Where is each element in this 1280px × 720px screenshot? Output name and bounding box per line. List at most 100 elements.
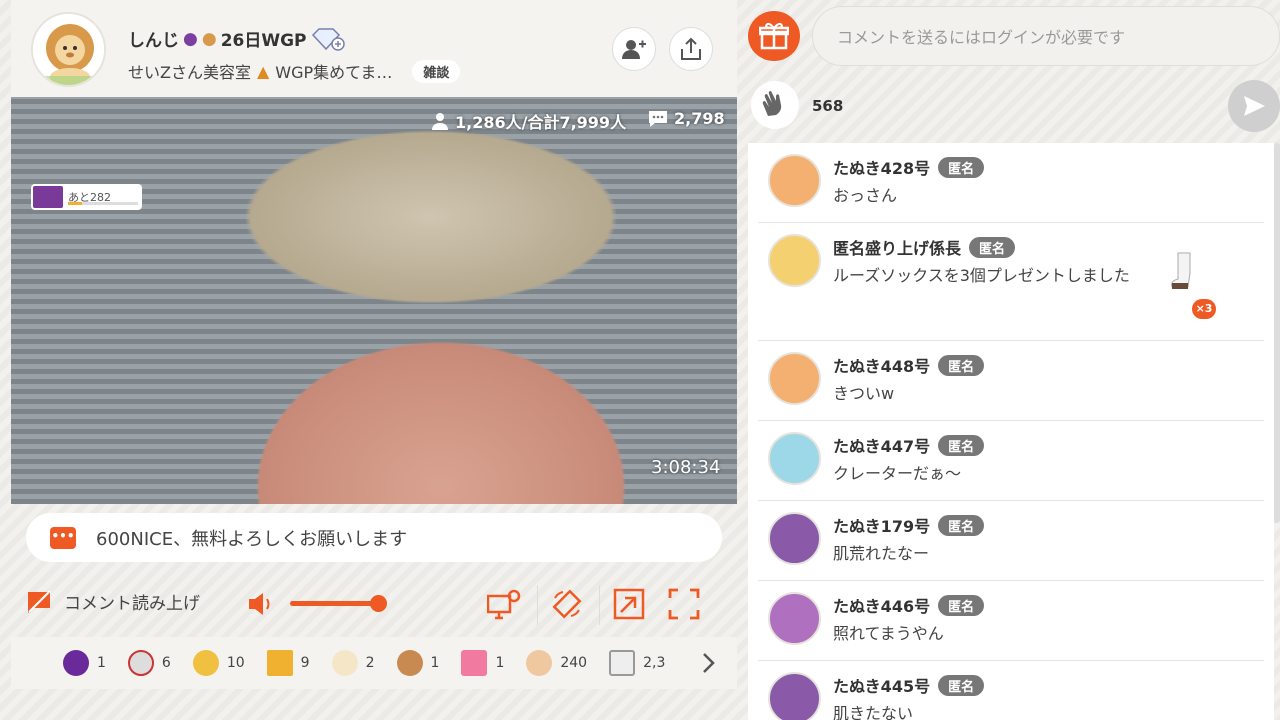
comment-text: 照れてまうやん <box>833 624 944 643</box>
gift-count: 2 <box>365 655 375 671</box>
separator <box>599 585 600 625</box>
gift-item[interactable]: 2,3 <box>609 650 665 676</box>
comment-count-text: 2,798 <box>674 109 725 128</box>
video-player[interactable]: 1,286人/合計7,999人 2,798 あと282 3:08:34 <box>11 97 737 504</box>
gift-item[interactable]: 1 <box>63 650 106 676</box>
mouse-gift-icon <box>127 650 154 676</box>
tanuki-avatar[interactable] <box>768 154 821 207</box>
clap-icon <box>762 91 782 116</box>
gift-count: 1 <box>495 655 505 671</box>
comment-item: たぬき445号 匿名 肌きたない <box>758 661 1264 720</box>
popout-button[interactable] <box>613 588 645 620</box>
announcement-text: 600NICE、無料よろしくお願いします <box>96 528 408 550</box>
comment-item: たぬき179号 匿名 肌荒れたなー <box>758 501 1264 581</box>
gift-count: 2,3 <box>643 655 666 671</box>
sock-gift-icon <box>609 650 636 676</box>
commenter-name: たぬき446号 <box>833 597 931 616</box>
share-icon <box>681 37 701 60</box>
gift-item[interactable]: 240 <box>526 650 587 676</box>
volume-slider[interactable] <box>290 601 378 606</box>
rotate-button[interactable] <box>551 588 583 620</box>
tanuki-gift-icon <box>396 650 423 676</box>
chat-bubble-icon: ••• <box>50 526 76 549</box>
commenter-name: たぬき447号 <box>833 437 931 456</box>
comment-scrollbar[interactable] <box>1274 143 1280 523</box>
gift-button[interactable] <box>748 11 800 61</box>
person-icon <box>432 113 448 130</box>
tanuki-avatar[interactable] <box>768 592 821 645</box>
megaphone-gift-icon <box>266 650 293 676</box>
gift-count: 1 <box>430 655 440 671</box>
gift-thumbnail <box>33 186 63 208</box>
comment-list[interactable]: たぬき428号 匿名 おっさん 匿名盛り上げ係長 匿名 ルーズソックスを3個プレゼン… <box>748 143 1274 720</box>
commenter-name: たぬき179号 <box>833 517 931 536</box>
comment-text: おっさん <box>833 186 898 205</box>
viewer-count: 1,286人/合計7,999人 <box>431 109 626 133</box>
comment-item: たぬき447号 匿名 クレーターだぁ～ <box>758 421 1264 501</box>
gift-progress-widget[interactable]: あと282 <box>31 184 142 210</box>
stream-subtitle: せいZさん美容室 ▲ WGP集めてま… 雑談 <box>128 59 461 83</box>
comment-text: きついw <box>833 384 895 403</box>
viewer-count-text: 1,286人/合計7,999人 <box>455 113 627 132</box>
comment-input[interactable]: コメントを送るにはログインが必要です <box>812 6 1280 66</box>
diamond-plus-icon[interactable] <box>311 27 345 51</box>
send-button[interactable] <box>1228 80 1280 132</box>
streamer-name[interactable]: しんじ <box>128 26 179 51</box>
pumpkin-icon: ▲ <box>256 61 270 81</box>
comment-text: 肌きたない <box>833 704 914 720</box>
hand-gift-icon <box>526 650 553 676</box>
fullscreen-button[interactable] <box>668 588 700 620</box>
commenter-name: たぬき448号 <box>833 357 931 376</box>
comment-item: たぬき446号 匿名 照れてまうやん <box>758 581 1264 661</box>
commenter-name: たぬき428号 <box>833 159 931 178</box>
tanuki-avatar[interactable] <box>768 352 821 405</box>
comment-header: たぬき447号 匿名 <box>833 432 1264 458</box>
crown-gift-icon <box>192 650 219 676</box>
gift-icon <box>759 22 789 50</box>
gift-progress-bar <box>68 202 138 205</box>
gift-item[interactable]: 1 <box>461 650 504 676</box>
comment-item: たぬき448号 匿名 きついw <box>758 341 1264 421</box>
comment-text: ルーズソックスを3個プレゼントしました <box>833 266 1130 285</box>
present-gift-icon <box>461 650 488 676</box>
lion-badge-icon: ● <box>201 28 217 49</box>
gift-item[interactable]: 10 <box>192 650 245 676</box>
gift-item[interactable]: 2 <box>331 650 375 676</box>
share-button[interactable] <box>669 27 713 71</box>
gift-item[interactable]: 1 <box>396 650 440 676</box>
streamer-name-row: しんじ ● ● 26日WGP <box>128 26 345 51</box>
comment-text: 肌荒れたなー <box>833 544 930 563</box>
read-aloud-label: コメント読み上げ <box>64 594 200 614</box>
subtitle-tail: WGP集めてま… <box>275 63 393 82</box>
gift-count: 240 <box>560 655 588 671</box>
booster-avatar[interactable] <box>768 234 821 287</box>
speaker-icon <box>249 593 270 615</box>
volume-button[interactable] <box>247 591 275 617</box>
send-icon <box>1244 96 1265 116</box>
gift-count: 6 <box>161 655 171 671</box>
comment-count: 2,798 <box>648 109 725 128</box>
gift-item[interactable]: 9 <box>266 650 310 676</box>
tanuki-avatar[interactable] <box>768 512 821 565</box>
comment-header: たぬき448号 匿名 <box>833 352 1264 378</box>
volume-knob[interactable] <box>370 595 387 612</box>
stream-header: しんじ ● ● 26日WGP せいZさん美容室 ▲ WGP集めてま… 雑談 <box>11 0 737 97</box>
streamer-avatar[interactable] <box>31 12 106 87</box>
anonymous-tag: 匿名 <box>938 514 985 536</box>
tanuki-avatar[interactable] <box>768 432 821 485</box>
add-user-icon <box>622 40 646 59</box>
read-aloud-off-icon <box>28 589 51 613</box>
gift-item[interactable]: 6 <box>127 650 171 676</box>
category-badge[interactable]: 雑談 <box>412 59 461 83</box>
anonymous-tag: 匿名 <box>969 236 1016 258</box>
gift-ranking-bar: 1 6 10 9 2 1 1 240 2,3 <box>11 637 737 689</box>
clap-button[interactable] <box>751 81 799 129</box>
read-aloud-toggle[interactable]: コメント読み上げ <box>26 589 200 614</box>
tanuki-avatar[interactable] <box>768 672 821 720</box>
rabbit-gift-icon <box>331 650 358 676</box>
comment-header: たぬき179号 匿名 <box>833 512 1264 538</box>
clap-count: 568 <box>812 97 844 115</box>
quality-settings-button[interactable] <box>487 588 521 620</box>
chevron-right-icon[interactable] <box>701 652 715 674</box>
follow-button[interactable] <box>612 27 656 71</box>
